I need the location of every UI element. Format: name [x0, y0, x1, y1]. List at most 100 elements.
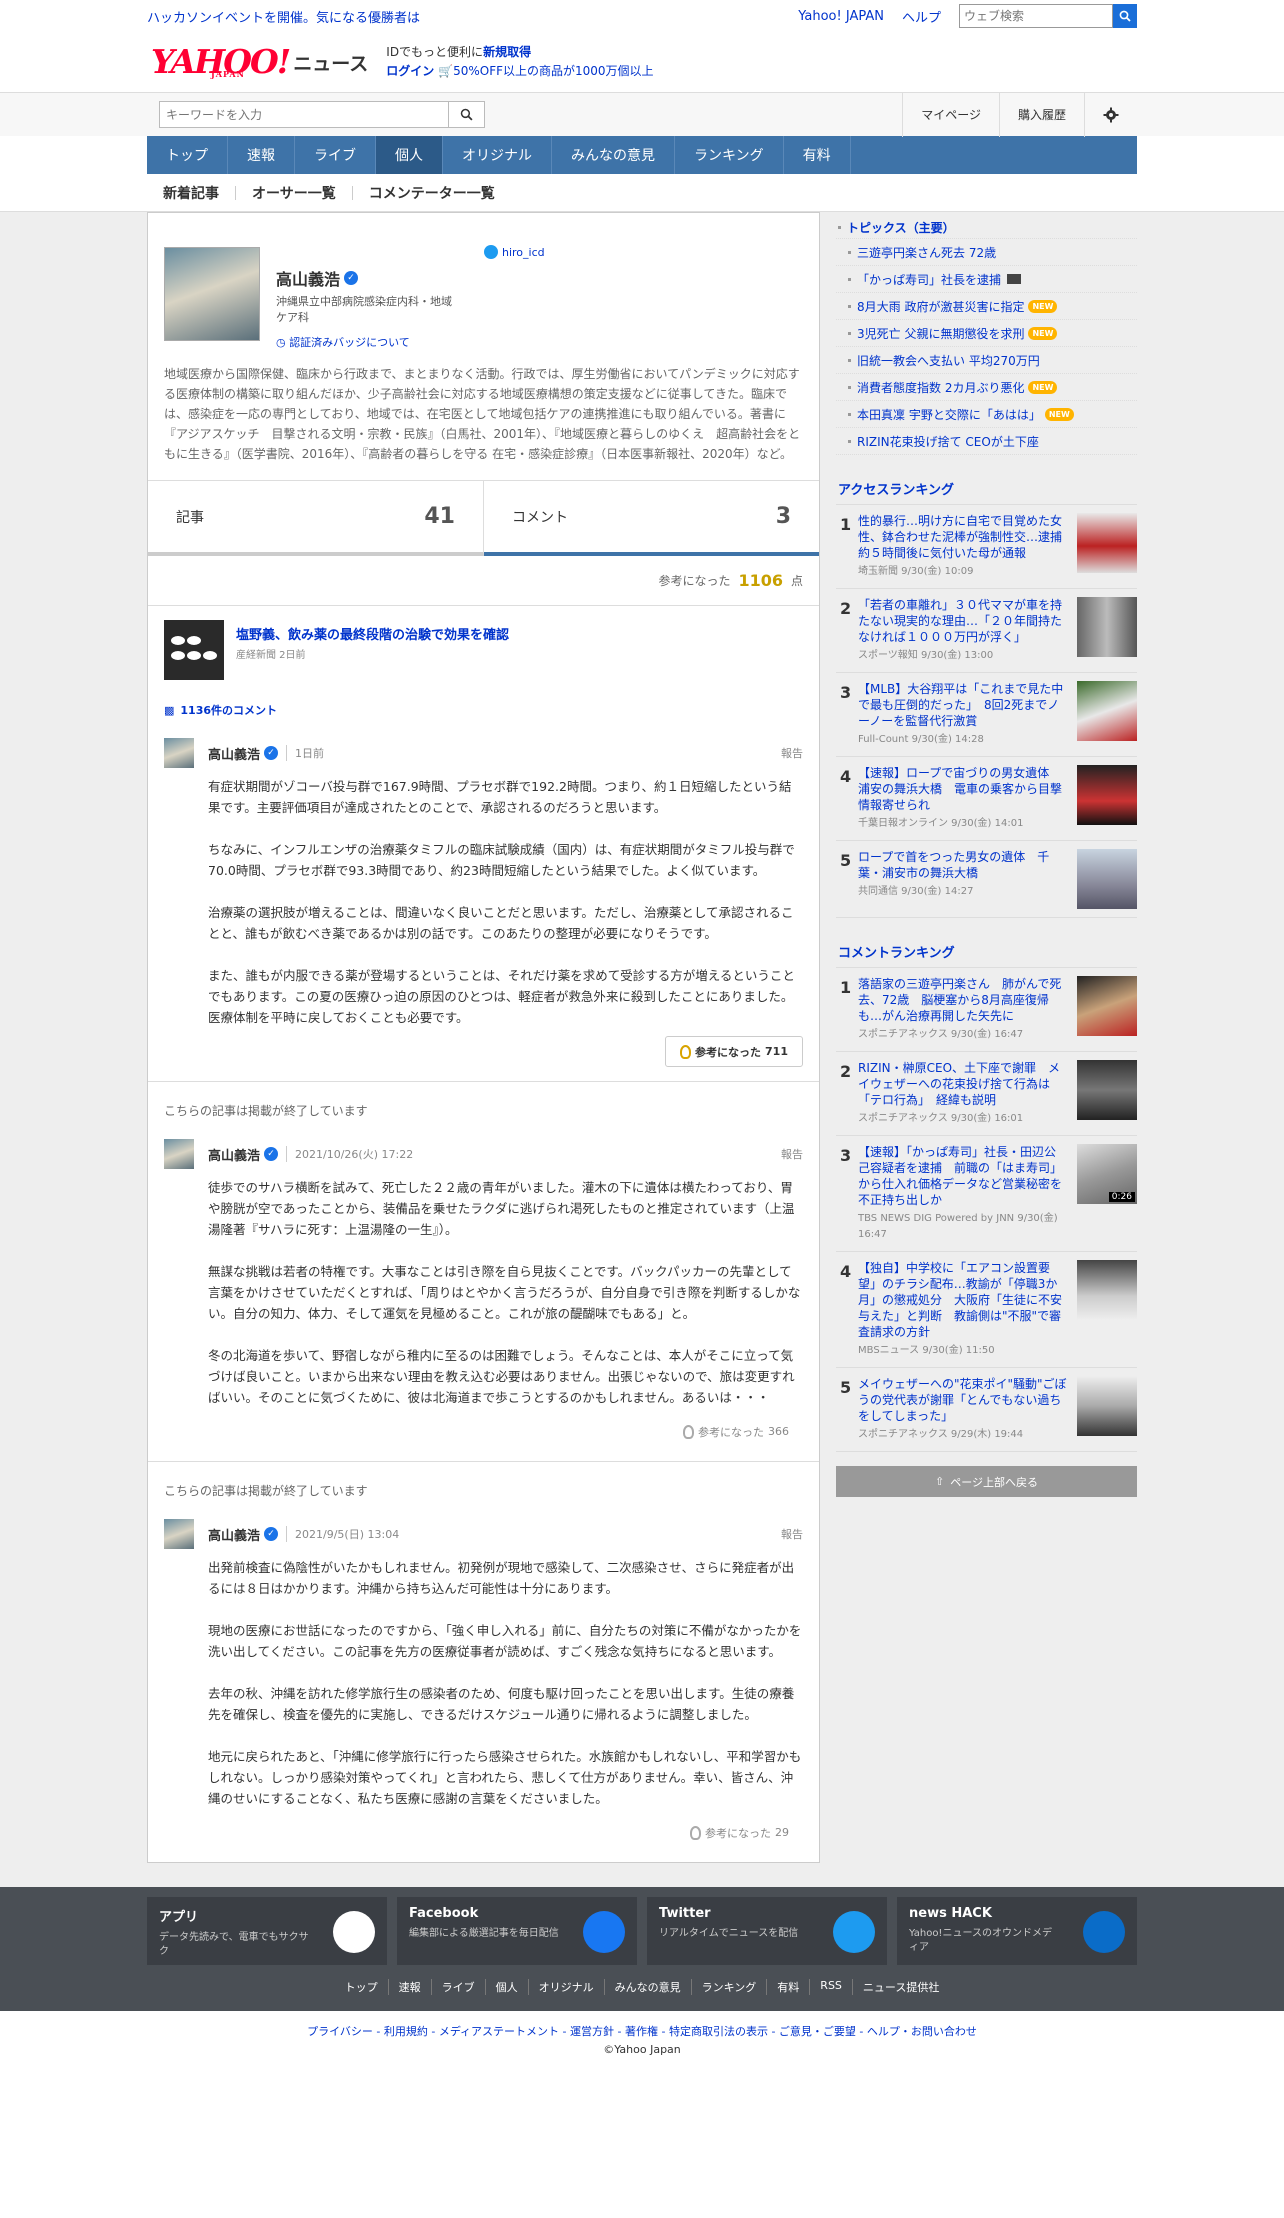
- nav-original[interactable]: オリジナル: [443, 136, 552, 174]
- rank-title: 「若者の車離れ」３０代ママが車を持たない現実的な理由…「２０年間持たなければ１０…: [858, 598, 1063, 644]
- report-link[interactable]: 報告: [781, 745, 803, 761]
- web-search-button[interactable]: [1113, 4, 1137, 28]
- ranking-item[interactable]: 2 「若者の車離れ」３０代ママが車を持たない現実的な理由…「２０年間持たなければ１…: [836, 589, 1137, 673]
- rank-thumbnail: [1077, 597, 1137, 657]
- subnav-authors[interactable]: オーサー一覧: [252, 183, 336, 203]
- utility-links: Yahoo! JAPAN ヘルプ: [798, 4, 1137, 28]
- utility-bar: ハッカソンイベントを開催。気になる優勝者は Yahoo! JAPAN ヘルプ: [147, 0, 1137, 32]
- yahoo-japan-link[interactable]: Yahoo! JAPAN: [798, 9, 884, 24]
- keyword-input[interactable]: [159, 101, 449, 128]
- comment-avatar: [164, 1519, 194, 1549]
- footer-link[interactable]: みんなの意見: [603, 1979, 691, 1995]
- ranking-item[interactable]: 1 落語家の三遊亭円楽さん 肺がんで死去、72歳 脳梗塞から8月高座復帰も…がん治…: [836, 968, 1137, 1052]
- ranking-item[interactable]: 4 【独自】中学校に「エアコン設置要望」のチラシ配布…教諭が「停職3か月」の懲戒処…: [836, 1252, 1137, 1368]
- footer-link[interactable]: ニュース提供社: [851, 1979, 949, 1995]
- topic-text: 三遊亭円楽さん死去 72歳: [857, 245, 997, 260]
- ranking-item[interactable]: 3 【速報】「かっぱ寿司」社長・田辺公己容疑者を逮捕 前職の「はま寿司」から仕入れ…: [836, 1136, 1137, 1252]
- helpful-button[interactable]: 参考になった 711: [665, 1036, 803, 1067]
- comment-paragraph: 冬の北海道を歩いて、野宿しながら稚内に至るのは困難でしょう。そんなことは、本人が…: [208, 1348, 795, 1405]
- back-to-top-button[interactable]: ⇧ ページ上部へ戻る: [836, 1466, 1137, 1497]
- yahoo-news-logo[interactable]: YAHOO! JAPAN ニュース: [151, 45, 368, 80]
- topic-item[interactable]: 消費者態度指数 2カ月ぶり悪化 NEW: [836, 374, 1137, 401]
- topic-text: 3児死亡 父親に無期懲役を求刑: [857, 326, 1025, 341]
- topic-item[interactable]: RIZIN花束投げ捨て CEOが土下座: [836, 428, 1137, 455]
- comment-count-link[interactable]: ▩ 1136件のコメント: [148, 680, 819, 718]
- report-link[interactable]: 報告: [781, 1526, 803, 1542]
- badge-info-link[interactable]: ◷ 認証済みバッジについて: [276, 334, 461, 350]
- footer-card-twitter[interactable]: Twitter リアルタイムでニュースを配信: [647, 1897, 887, 1965]
- shopping-promo-link[interactable]: 50%OFF以上の商品が1000万個以上: [453, 64, 653, 78]
- comment-paragraph: 治療薬の選択肢が増えることは、間違いなく良いことだと思います。ただし、治療薬とし…: [208, 905, 794, 941]
- footer-link[interactable]: トップ: [335, 1979, 388, 1995]
- nav-live[interactable]: ライブ: [295, 136, 376, 174]
- topic-item[interactable]: 旧統一教会へ支払い 平均270万円: [836, 347, 1137, 374]
- footer-link[interactable]: ランキング: [690, 1979, 767, 1995]
- web-search-input[interactable]: [959, 4, 1113, 28]
- rank-meta: 共同通信 9/30(金) 14:27: [858, 886, 974, 897]
- nav-individual[interactable]: 個人: [376, 136, 443, 174]
- topic-item[interactable]: 本田真凜 宇野と交際に「あはは」 NEW: [836, 401, 1137, 428]
- helpful-button[interactable]: 参考になった 366: [683, 1416, 803, 1447]
- tab-comments[interactable]: コメント 3: [484, 481, 819, 556]
- search-icon: [1119, 10, 1131, 22]
- comment-body: 有症状期間がゾコーバ投与群で167.9時間、プラセボ群で192.2時間。つまり、…: [208, 776, 803, 1028]
- nav-top[interactable]: トップ: [147, 136, 228, 174]
- report-link[interactable]: 報告: [781, 1146, 803, 1162]
- subnav-commentators[interactable]: コメンテーター一覧: [369, 183, 495, 203]
- article-card[interactable]: 塩野義、飲み薬の最終段階の治験で効果を確認 産経新聞 2日前: [148, 606, 819, 680]
- commenter-name[interactable]: 高山義浩 ✓: [208, 744, 279, 763]
- footer-link[interactable]: 個人: [484, 1979, 528, 1995]
- topic-item[interactable]: 三遊亭円楽さん死去 72歳: [836, 239, 1137, 266]
- footer-link[interactable]: ライブ: [430, 1979, 485, 1995]
- topic-item[interactable]: 3児死亡 父親に無期懲役を求刑 NEW: [836, 320, 1137, 347]
- cart-icon: 🛒: [438, 64, 454, 78]
- nav-opinions[interactable]: みんなの意見: [552, 136, 675, 174]
- footer-card-app[interactable]: アプリ データ先読みで、電車でもサクサク: [147, 1897, 387, 1965]
- settings-button[interactable]: [1084, 92, 1137, 137]
- login-link[interactable]: ログイン: [386, 64, 434, 78]
- promo-link[interactable]: ハッカソンイベントを開催。気になる優勝者は: [147, 7, 420, 26]
- rank-thumbnail: 0:26: [1077, 1144, 1137, 1204]
- ranking-item[interactable]: 5 メイウェザーへの"花束ポイ"騒動"ごぼうの党代表が謝罪「とんでもない過ちをして…: [836, 1368, 1137, 1452]
- ranking-item[interactable]: 1 性的暴行…明け方に自宅で目覚めた女性、鉢合わせた泥棒が強制性交…逮捕 約５時間…: [836, 505, 1137, 589]
- nav-paid[interactable]: 有料: [784, 136, 851, 174]
- web-search: [959, 4, 1137, 28]
- card-desc: 編集部による厳選記事を毎日配信: [409, 1928, 559, 1939]
- tab-articles[interactable]: 記事 41: [148, 481, 484, 556]
- footer-card-newshack[interactable]: news HACK Yahoo!ニュースのオウンドメディア: [897, 1897, 1137, 1965]
- main-nav: トップ 速報 ライブ 個人 オリジナル みんなの意見 ランキング 有料: [147, 136, 1137, 174]
- commenter-name[interactable]: 高山義浩 ✓: [208, 1145, 279, 1164]
- footer-link[interactable]: RSS: [809, 1979, 852, 1995]
- comment-avatar: [164, 1139, 194, 1169]
- ranking-item[interactable]: 5 ロープで首をつった男女の遺体 千葉・浦安市の舞浜大橋 共同通信 9/30(金) …: [836, 841, 1137, 918]
- comment-body: 徒歩でのサハラ横断を試みて、死亡した２２歳の青年がいました。灌木の下に遺体は横た…: [208, 1177, 803, 1408]
- nav-ranking[interactable]: ランキング: [675, 136, 784, 174]
- footer-link[interactable]: 速報: [387, 1979, 431, 1995]
- topic-item[interactable]: 「かっぱ寿司」社長を逮捕: [836, 266, 1137, 293]
- footer-link[interactable]: 有料: [766, 1979, 809, 1995]
- subnav-new-articles[interactable]: 新着記事: [163, 183, 219, 203]
- clock-icon: ◷: [276, 336, 286, 349]
- footer-card-facebook[interactable]: Facebook 編集部による厳選記事を毎日配信: [397, 1897, 637, 1965]
- legal-links[interactable]: プライバシー - 利用規約 - メディアステートメント - 運営方針 - 著作権…: [147, 2023, 1137, 2039]
- ranking-item[interactable]: 4 【速報】ロープで宙づりの男女遺体 浦安の舞浜大橋 電車の乗客から目撃情報寄せら…: [836, 757, 1137, 841]
- mypage-link[interactable]: マイページ: [902, 92, 999, 137]
- help-link[interactable]: ヘルプ: [902, 7, 941, 26]
- ranking-item[interactable]: 2 RIZIN・榊原CEO、土下座で謝罪 メイウェザーへの花束投げ捨て行為は「テロ…: [836, 1052, 1137, 1136]
- purchase-history-link[interactable]: 購入履歴: [998, 92, 1084, 137]
- signup-link[interactable]: 新規取得: [483, 45, 531, 59]
- profile-avatar: [164, 247, 260, 341]
- ranking-item[interactable]: 3 【MLB】大谷翔平は「これまで見た中で最も圧倒的だった」 8回2死までノーノー…: [836, 673, 1137, 757]
- keyword-search-button[interactable]: [449, 101, 485, 128]
- article-title[interactable]: 塩野義、飲み薬の最終段階の治験で効果を確認: [236, 624, 509, 643]
- topic-item[interactable]: 8月大雨 政府が激甚災害に指定 NEW: [836, 293, 1137, 320]
- nav-breaking[interactable]: 速報: [228, 136, 295, 174]
- video-icon: [1007, 274, 1022, 284]
- comment-date: 2021/10/26(火) 17:22: [286, 1146, 413, 1162]
- twitter-link[interactable]: hiro_icd: [484, 245, 545, 259]
- comment-date: 2021/9/5(日) 13:04: [286, 1526, 399, 1542]
- helpful-button[interactable]: 参考になった 29: [690, 1817, 803, 1848]
- footer-link[interactable]: オリジナル: [527, 1979, 604, 1995]
- commenter-name[interactable]: 高山義浩 ✓: [208, 1525, 279, 1544]
- footer-links: トップ 速報 ライブ 個人 オリジナル みんなの意見 ランキング 有料 RSS …: [147, 1979, 1137, 1995]
